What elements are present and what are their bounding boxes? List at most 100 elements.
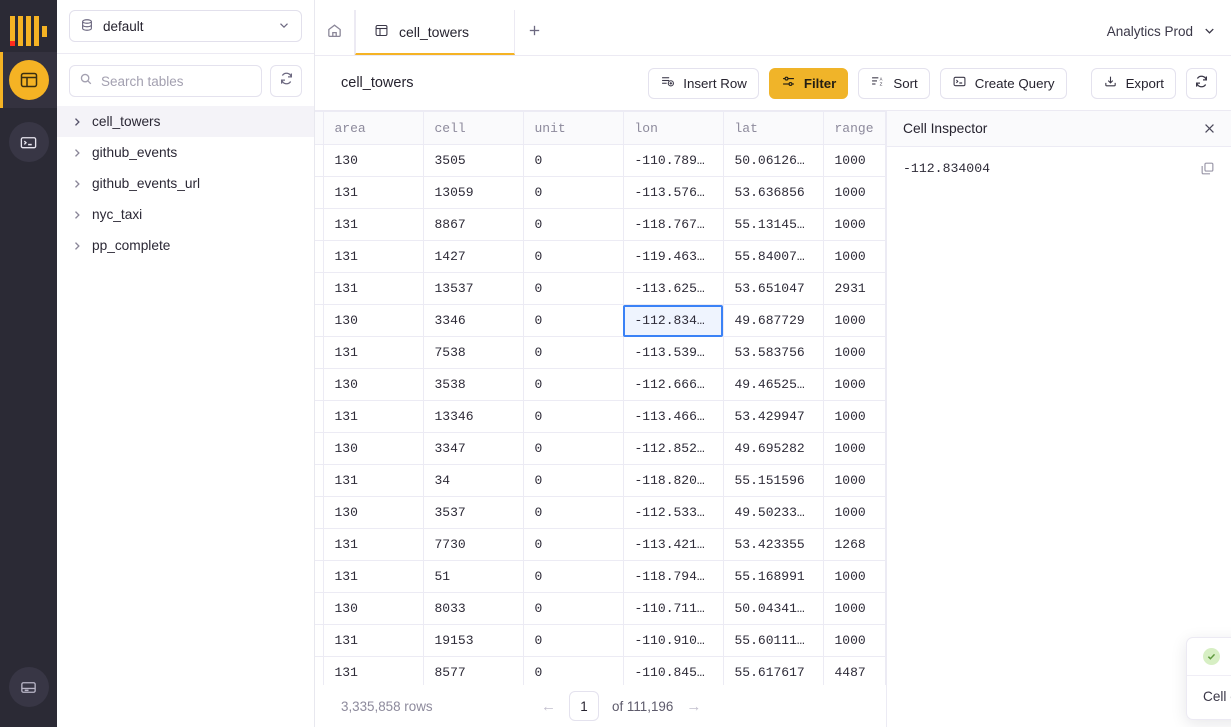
column-header-area[interactable]: area (323, 112, 423, 145)
table-cell-cell[interactable]: 1427 (423, 241, 523, 273)
table-cell-lon[interactable]: -118.794022 (623, 561, 723, 593)
table-row[interactable]: 13175380-113.53958153.5837561000 (315, 337, 885, 369)
column-header-range[interactable]: range (823, 112, 885, 145)
table-cell-range[interactable]: 1000 (823, 305, 885, 337)
table-cell-lat[interactable]: 53.651047 (723, 273, 823, 305)
table-cell-lon[interactable]: -110.91041… (623, 625, 723, 657)
refresh-table-button[interactable] (1186, 68, 1217, 99)
table-cell-area[interactable]: 130 (323, 369, 423, 401)
table-cell-unit[interactable]: 0 (523, 305, 623, 337)
table-cell-area[interactable]: 131 (323, 657, 423, 686)
table-cell-lon[interactable]: -112.66685… (623, 369, 723, 401)
table-cell-unit[interactable]: 0 (523, 337, 623, 369)
table-cell-unit[interactable]: 0 (523, 465, 623, 497)
table-cell-range[interactable]: 1000 (823, 209, 885, 241)
table-cell-cell[interactable]: 8867 (423, 209, 523, 241)
table-cell-unit[interactable]: 0 (523, 369, 623, 401)
table-cell-cell[interactable]: 3537 (423, 497, 523, 529)
table-item-pp_complete[interactable]: pp_complete (57, 230, 314, 261)
table-row[interactable]: 13188670-118.76701…55.1314544…1000 (315, 209, 885, 241)
table-row[interactable]: 13185770-110.84521255.6176174487 (315, 657, 885, 686)
table-cell-unit[interactable]: 0 (523, 145, 623, 177)
table-cell-area[interactable]: 131 (323, 529, 423, 561)
table-row[interactable]: 13035370-112.53364…49.5023345…1000 (315, 497, 885, 529)
table-cell-lat[interactable]: 53.636856 (723, 177, 823, 209)
table-cell-range[interactable]: 1000 (823, 401, 885, 433)
table-cell-area[interactable]: 131 (323, 625, 423, 657)
table-cell-lat[interactable]: 55.617617 (723, 657, 823, 686)
table-cell-lat[interactable]: 55.8400726… (723, 241, 823, 273)
table-cell-range[interactable]: 2931 (823, 273, 885, 305)
table-cell-lat[interactable]: 49.5023345… (723, 497, 823, 529)
table-cell-unit[interactable]: 0 (523, 561, 623, 593)
table-cell-lat[interactable]: 49.4652557… (723, 369, 823, 401)
table-cell-lat[interactable]: 55.1314544… (723, 209, 823, 241)
table-cell-lon[interactable]: -112.53364… (623, 497, 723, 529)
column-header-lon[interactable]: lon (623, 112, 723, 145)
table-row[interactable]: 131133460-113.46679753.4299471000 (315, 401, 885, 433)
table-cell-cell[interactable]: 51 (423, 561, 523, 593)
table-cell-range[interactable]: 1268 (823, 529, 885, 561)
filter-button[interactable]: Filter (769, 68, 849, 99)
table-cell-lon[interactable]: -112.852936 (623, 433, 723, 465)
table-cell-lat[interactable]: 49.687729 (723, 305, 823, 337)
table-cell-cell[interactable]: 13059 (423, 177, 523, 209)
table-cell-cell[interactable]: 3538 (423, 369, 523, 401)
table-row[interactable]: 13177300-113.42106653.4233551268 (315, 529, 885, 561)
table-row[interactable]: 13035050-110.78956…50.0612640…1000 (315, 145, 885, 177)
table-cell-lon[interactable]: -113.466797 (623, 401, 723, 433)
table-cell-area[interactable]: 131 (323, 561, 423, 593)
table-cell-area[interactable]: 131 (323, 465, 423, 497)
table-cell-lat[interactable]: 55.6011199… (723, 625, 823, 657)
table-cell-cell[interactable]: 8577 (423, 657, 523, 686)
insert-row-button[interactable]: Insert Row (648, 68, 759, 99)
table-cell-range[interactable]: 1000 (823, 593, 885, 625)
page-number-input[interactable]: 1 (569, 691, 599, 721)
tab-cell_towers[interactable]: cell_towers (355, 10, 515, 55)
table-row[interactable]: 131510-118.79402255.1689911000 (315, 561, 885, 593)
table-row[interactable]: 13114270-119.46327…55.8400726…1000 (315, 241, 885, 273)
table-cell-unit[interactable]: 0 (523, 401, 623, 433)
table-cell-unit[interactable]: 0 (523, 209, 623, 241)
table-cell-area[interactable]: 131 (323, 401, 423, 433)
table-row[interactable]: 131135370-113.6259653.6510472931 (315, 273, 885, 305)
export-button[interactable]: Export (1091, 68, 1176, 99)
table-item-nyc_taxi[interactable]: nyc_taxi (57, 199, 314, 230)
table-cell-area[interactable]: 131 (323, 209, 423, 241)
table-cell-range[interactable]: 1000 (823, 177, 885, 209)
rail-item-sql-console[interactable] (0, 114, 57, 170)
table-cell-range[interactable]: 1000 (823, 561, 885, 593)
table-cell-lon[interactable]: -113.62596 (623, 273, 723, 305)
table-cell-lat[interactable]: 50.0612640… (723, 145, 823, 177)
table-cell-lon[interactable]: -110.78956… (623, 145, 723, 177)
table-cell-lon[interactable]: -112.834004 (623, 305, 723, 337)
database-select[interactable]: default (69, 10, 302, 42)
table-cell-unit[interactable]: 0 (523, 593, 623, 625)
table-cell-lat[interactable]: 53.583756 (723, 337, 823, 369)
table-cell-range[interactable]: 1000 (823, 145, 885, 177)
table-cell-area[interactable]: 130 (323, 497, 423, 529)
table-row[interactable]: 13033460-112.83400449.6877291000 (315, 305, 885, 337)
table-cell-unit[interactable]: 0 (523, 657, 623, 686)
search-tables-input[interactable] (101, 74, 252, 89)
table-cell-area[interactable]: 130 (323, 433, 423, 465)
table-item-github_events[interactable]: github_events (57, 137, 314, 168)
table-cell-lat[interactable]: 49.695282 (723, 433, 823, 465)
table-cell-unit[interactable]: 0 (523, 497, 623, 529)
table-cell-area[interactable]: 131 (323, 273, 423, 305)
column-header-lat[interactable]: lat (723, 112, 823, 145)
table-cell-lat[interactable]: 55.168991 (723, 561, 823, 593)
table-cell-lon[interactable]: -118.820572 (623, 465, 723, 497)
table-cell-area[interactable]: 131 (323, 177, 423, 209)
table-item-cell_towers[interactable]: cell_towers (57, 106, 314, 137)
table-cell-lon[interactable]: -113.539581 (623, 337, 723, 369)
table-cell-area[interactable]: 130 (323, 593, 423, 625)
workspace-selector[interactable]: Analytics Prod (1107, 10, 1217, 55)
table-cell-unit[interactable]: 0 (523, 433, 623, 465)
table-cell-area[interactable]: 131 (323, 241, 423, 273)
create-query-button[interactable]: Create Query (940, 68, 1067, 99)
table-cell-lon[interactable]: -119.46327… (623, 241, 723, 273)
table-item-github_events_url[interactable]: github_events_url (57, 168, 314, 199)
table-row[interactable]: 131191530-110.91041…55.6011199…1000 (315, 625, 885, 657)
table-cell-lon[interactable]: -110.845212 (623, 657, 723, 686)
